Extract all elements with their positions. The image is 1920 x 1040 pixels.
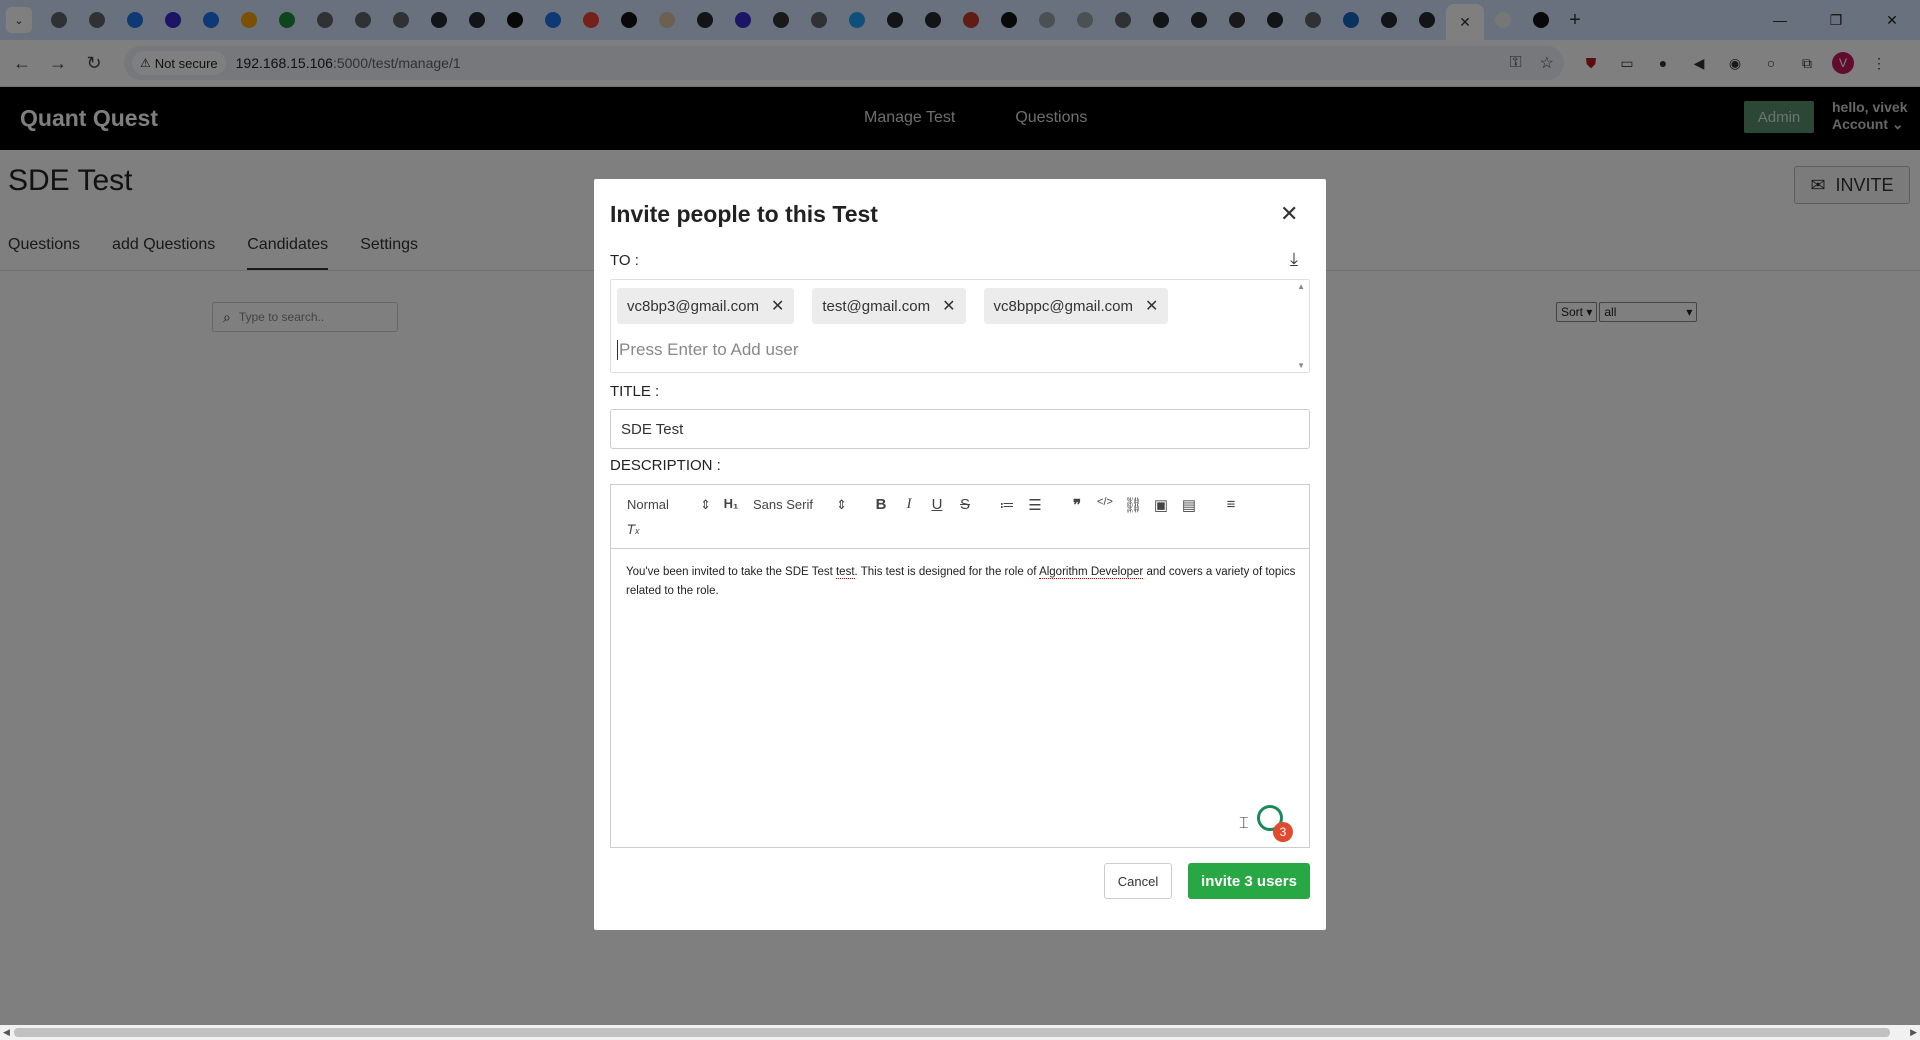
link-icon[interactable]: ⛓ — [1123, 496, 1143, 514]
italic-icon[interactable]: I — [899, 496, 919, 513]
cancel-button[interactable]: Cancel — [1104, 863, 1172, 899]
to-label: TO : — [610, 252, 639, 269]
underline-icon[interactable]: U — [927, 496, 947, 513]
invite-modal: Invite people to this Test ✕ TO : ⤓ vc8b… — [594, 179, 1326, 930]
remove-recipient-icon[interactable]: ✕ — [771, 296, 784, 316]
grammar-count-badge[interactable]: 3 — [1273, 822, 1293, 842]
ordered-list-icon[interactable]: ≔ — [997, 496, 1017, 514]
font-select[interactable]: Sans Serif ⇕ — [753, 497, 847, 513]
recipient-chip: vc8bp3@gmail.com ✕ — [617, 288, 795, 324]
strikethrough-icon[interactable]: S — [955, 496, 975, 513]
recipient-email: vc8bppc@gmail.com — [993, 297, 1133, 315]
description-text[interactable]: You've been invited to take the SDE Test… — [626, 563, 1296, 601]
description-spell-1: test — [835, 566, 855, 579]
editor-toolbar: Normal ⇕ H₁ Sans Serif ⇕ B I U S ≔ ☰ ❞ </>… — [611, 485, 1309, 549]
bullet-list-icon[interactable]: ☰ — [1025, 496, 1045, 514]
description-label: DESCRIPTION : — [610, 457, 721, 474]
recipient-email: test@gmail.com — [822, 297, 931, 315]
image-icon[interactable]: ▣ — [1151, 496, 1171, 514]
description-spell-2: Algorithm Developer — [1039, 566, 1144, 579]
recipient-chip: test@gmail.com ✕ — [812, 288, 966, 324]
scroll-up-icon[interactable]: ▲ — [1297, 282, 1305, 291]
scrollbar-thumb[interactable] — [14, 1028, 1890, 1037]
invite-users-button[interactable]: invite 3 users — [1188, 863, 1310, 899]
description-part-2: . This test is designed for the role of — [854, 566, 1040, 578]
video-icon[interactable]: ▤ — [1179, 496, 1199, 514]
code-icon[interactable]: </> — [1095, 496, 1115, 508]
recipient-chip: vc8bppc@gmail.com ✕ — [983, 288, 1169, 324]
format-label: Normal — [627, 497, 669, 512]
close-icon[interactable]: ✕ — [1280, 201, 1298, 227]
recipients-field[interactable]: vc8bp3@gmail.com ✕ test@gmail.com ✕ vc8bppc@… — [610, 279, 1310, 373]
title-input[interactable]: SDE Test — [610, 409, 1310, 449]
font-label: Sans Serif — [753, 497, 813, 512]
recipient-chips: vc8bp3@gmail.com ✕ test@gmail.com ✕ vc8bppc@… — [617, 288, 1169, 324]
align-icon[interactable]: ≡ — [1221, 496, 1241, 513]
remove-recipient-icon[interactable]: ✕ — [942, 296, 955, 316]
title-label: TITLE : — [610, 383, 660, 400]
modal-title: Invite people to this Test — [610, 201, 878, 227]
scroll-down-icon[interactable]: ▼ — [1297, 361, 1305, 370]
format-select[interactable]: Normal ⇕ — [627, 497, 711, 513]
recipient-email: vc8bp3@gmail.com — [627, 297, 759, 315]
description-part-1: You've been invited to take the SDE Test — [626, 566, 836, 578]
blockquote-icon[interactable]: ❞ — [1067, 496, 1087, 514]
add-user-input[interactable]: Press Enter to Add user — [617, 340, 799, 360]
text-cursor-icon: ⌶ — [1239, 815, 1249, 832]
heading-icon[interactable]: H₁ — [721, 496, 741, 511]
download-icon[interactable]: ⤓ — [1290, 249, 1298, 270]
scroll-left-icon[interactable]: ◀ — [3, 1025, 10, 1040]
remove-recipient-icon[interactable]: ✕ — [1145, 296, 1158, 316]
description-editor: Normal ⇕ H₁ Sans Serif ⇕ B I U S ≔ ☰ ❞ </>… — [610, 484, 1310, 848]
bold-icon[interactable]: B — [871, 496, 891, 513]
clear-format-icon[interactable]: Tx — [623, 521, 643, 537]
horizontal-scrollbar[interactable]: ◀ ▶ — [0, 1025, 1920, 1040]
scroll-right-icon[interactable]: ▶ — [1910, 1025, 1917, 1040]
